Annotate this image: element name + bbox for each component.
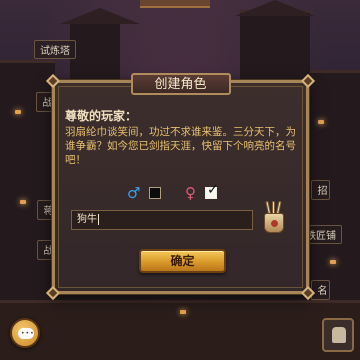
create-character-dialog: 创建角色 尊敬的玩家： 羽扇纶巾谈笑间，功过不求谁来鉴。三分天下，为谁争霸？如今… xyxy=(45,73,316,301)
description-text: 羽扇纶巾谈笑间，功过不求谁来鉴。三分天下，为谁争霸？如今您已剑指天涯，快留下个响… xyxy=(65,126,296,166)
dialog-title: 创建角色 xyxy=(130,73,231,95)
lantern xyxy=(330,260,336,264)
building-tower xyxy=(70,20,120,80)
building-back-right xyxy=(240,10,310,80)
ground xyxy=(0,300,360,360)
battle-button[interactable] xyxy=(322,318,354,352)
roof-tower xyxy=(60,8,140,24)
confirm-button[interactable]: 确定 xyxy=(139,249,226,273)
map-label-right-top[interactable]: 招 xyxy=(311,180,330,200)
roof-back xyxy=(235,0,315,16)
fist-icon xyxy=(332,327,346,343)
text-caret xyxy=(98,213,99,225)
lantern xyxy=(20,200,26,204)
lantern xyxy=(318,120,324,124)
checkmark-icon: ✓ xyxy=(207,182,219,198)
male-icon: ♂ xyxy=(127,184,141,202)
male-checkbox[interactable] xyxy=(149,187,161,199)
name-input-value: 狗牛 xyxy=(77,214,97,225)
lantern xyxy=(180,310,186,314)
map-label-right-low[interactable]: 名 xyxy=(311,280,330,300)
female-icon: ♀ xyxy=(185,184,196,202)
lantern xyxy=(15,110,21,114)
female-checkbox[interactable]: ✓ xyxy=(205,183,219,199)
dice-cup-icon xyxy=(264,213,284,233)
greeting-text: 尊敬的玩家： xyxy=(65,109,138,123)
map-label-trial-tower[interactable]: 试炼塔 xyxy=(34,40,76,59)
top-banner xyxy=(140,0,210,8)
chat-dots-icon: ••• xyxy=(21,330,35,337)
chat-button[interactable]: ••• xyxy=(10,318,40,348)
random-name-button[interactable] xyxy=(260,199,288,235)
character-name-input[interactable]: 狗牛 xyxy=(71,210,253,230)
gender-selector: ♂ ♀ ✓ xyxy=(127,183,257,202)
